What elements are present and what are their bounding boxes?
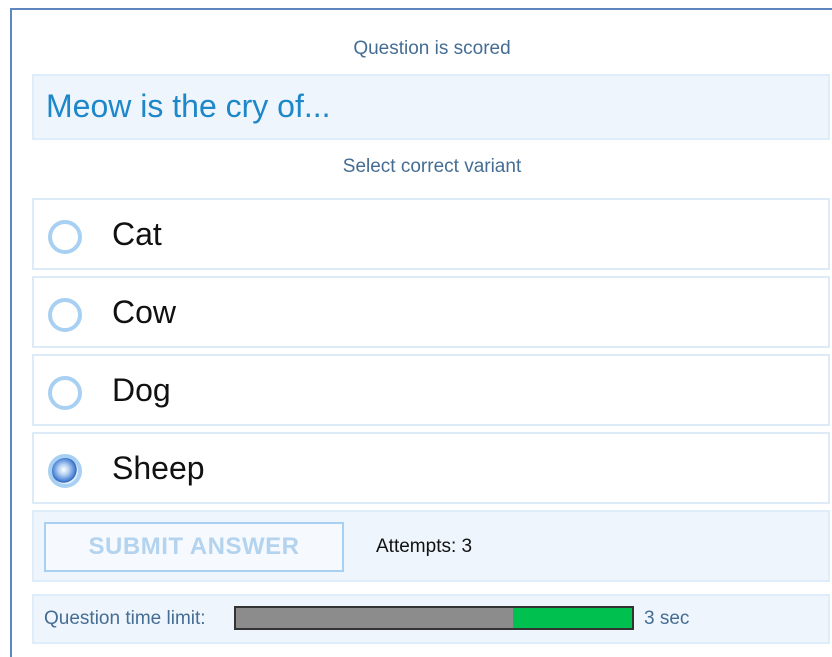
- option-label: Sheep: [112, 450, 205, 486]
- option-label: Dog: [112, 372, 171, 408]
- submit-answer-button[interactable]: SUBMIT ANSWER: [44, 522, 344, 572]
- attempts-counter: Attempts: 3: [376, 536, 473, 557]
- question-text: Meow is the cry of...: [46, 88, 331, 124]
- scored-notice: Question is scored: [353, 38, 511, 59]
- radio-button-selected-icon[interactable]: [48, 454, 82, 488]
- radio-button-icon[interactable]: [48, 376, 82, 410]
- answer-option-cow[interactable]: Cow: [32, 276, 830, 348]
- question-box: Meow is the cry of...: [32, 74, 830, 140]
- time-limit-label: Question time limit:: [44, 608, 206, 629]
- time-limit-row: Question time limit: 3 sec: [32, 594, 830, 644]
- option-label: Cow: [112, 294, 177, 330]
- answer-option-dog[interactable]: Dog: [32, 354, 830, 426]
- quiz-panel: Question is scored Meow is the cry of...…: [10, 8, 832, 657]
- time-remaining-fill: [513, 608, 632, 628]
- answer-option-sheep[interactable]: Sheep: [32, 432, 830, 504]
- answer-option-cat[interactable]: Cat: [32, 198, 830, 270]
- instructions-text: Select correct variant: [342, 156, 522, 177]
- submit-row: SUBMIT ANSWER Attempts: 3: [32, 510, 830, 582]
- time-progress-bar: [234, 606, 634, 630]
- radio-button-icon[interactable]: [48, 220, 82, 254]
- time-remaining-value: 3 sec: [644, 608, 690, 629]
- option-label: Cat: [112, 216, 162, 252]
- radio-button-icon[interactable]: [48, 298, 82, 332]
